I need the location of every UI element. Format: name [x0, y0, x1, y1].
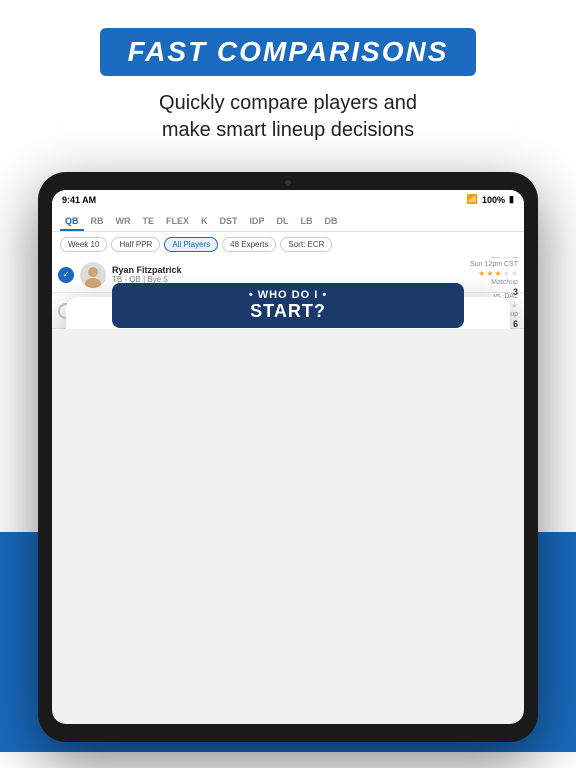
tab-db[interactable]: DB [320, 213, 343, 231]
ipad-screen: 9:41 AM 📶 100% ▮ QB RB WR TE FLEX K DST … [52, 190, 524, 724]
filter-players[interactable]: All Players [164, 237, 218, 252]
tab-dl[interactable]: DL [272, 213, 294, 231]
filter-row: Week 10 Half PPR All Players 48 Experts … [52, 232, 524, 257]
position-tabs: QB RB WR TE FLEX K DST IDP DL LB DB [52, 209, 524, 232]
top-section: FAST COMPARISONS Quickly compare players… [0, 0, 576, 162]
row-cb-fitz[interactable]: ✓ [58, 267, 74, 283]
battery-text: 100% [482, 195, 505, 205]
device-area: 9:41 AM 📶 100% ▮ QB RB WR TE FLEX K DST … [0, 162, 576, 752]
subtitle: Quickly compare players and make smart l… [20, 90, 556, 144]
status-time: 9:41 AM [62, 195, 96, 205]
tablet-camera [285, 180, 291, 186]
status-bar: 9:41 AM 📶 100% ▮ [52, 190, 524, 209]
tab-wr[interactable]: WR [111, 213, 136, 231]
filter-experts[interactable]: 48 Experts [222, 237, 276, 252]
tab-rb[interactable]: RB [86, 213, 109, 231]
wdis-overlay-card: • WHO DO I • START? Compare players dire… [66, 297, 510, 329]
tab-idp[interactable]: IDP [245, 213, 270, 231]
tab-te[interactable]: TE [138, 213, 160, 231]
tab-flex[interactable]: FLEX [161, 213, 194, 231]
wdis-start-text: START? [250, 301, 326, 322]
battery-icon: ▮ [509, 194, 514, 205]
wifi-icon: 📶 [467, 194, 478, 205]
tab-lb[interactable]: LB [296, 213, 318, 231]
filter-sort[interactable]: Sort: ECR [280, 237, 332, 252]
status-right: 📶 100% ▮ [467, 194, 514, 205]
wdis-who-text: • WHO DO I • [249, 289, 327, 301]
headline-banner: FAST COMPARISONS [100, 28, 477, 76]
tab-dst[interactable]: DST [215, 213, 243, 231]
filter-ppr[interactable]: Half PPR [111, 237, 160, 252]
tab-qb[interactable]: QB [60, 213, 84, 231]
table-area: ✓ Patrick Maho... KC - QB | Bye Matchup … [52, 257, 524, 329]
filter-week[interactable]: Week 10 [60, 237, 107, 252]
tab-k[interactable]: K [196, 213, 213, 231]
wdis-banner: • WHO DO I • START? [112, 283, 464, 328]
ipad-frame: 9:41 AM 📶 100% ▮ QB RB WR TE FLEX K DST … [38, 172, 538, 742]
